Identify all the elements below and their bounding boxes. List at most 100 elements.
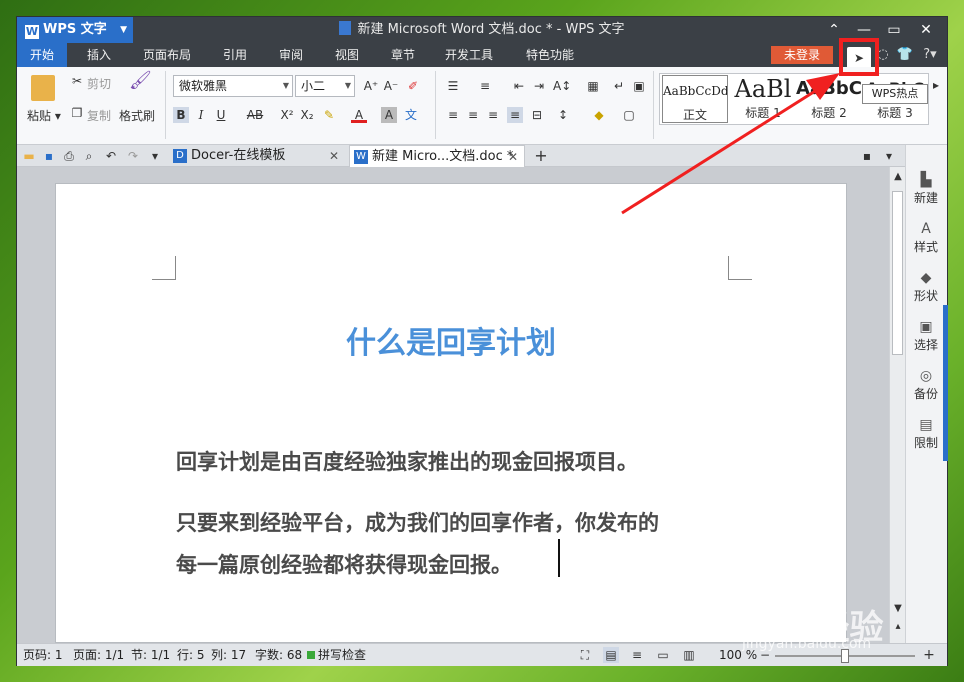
gallery-scroll-icon[interactable]: ▸	[929, 77, 943, 93]
login-button[interactable]: 未登录	[771, 46, 833, 64]
side-style[interactable]: A 样式	[906, 220, 946, 255]
menu-special[interactable]: 特色功能	[517, 43, 583, 67]
menu-home[interactable]: 开始	[17, 43, 67, 67]
bold-icon[interactable]: B	[173, 107, 189, 123]
numbered-list-icon[interactable]: ≡	[477, 78, 493, 94]
show-marks-icon[interactable]: ↵	[611, 78, 627, 94]
copy-button[interactable]: 复制	[87, 107, 111, 124]
save-icon[interactable]: ▪	[41, 148, 57, 164]
superscript-icon[interactable]: X²	[279, 107, 295, 123]
side-shape[interactable]: ◆ 形状	[906, 269, 946, 304]
strikethrough-icon[interactable]: AB	[243, 107, 267, 123]
zoom-in-icon[interactable]: +	[921, 647, 937, 663]
close-icon[interactable]: ✕	[508, 146, 518, 168]
subscript-icon[interactable]: X₂	[299, 107, 315, 123]
style-heading-1[interactable]: AaBl 标题 1	[730, 74, 796, 124]
tab-docer[interactable]: D Docer-在线模板 ✕	[169, 145, 345, 167]
align-right-icon[interactable]: ≡	[485, 107, 501, 123]
paste-button[interactable]: 粘贴 ▾	[27, 107, 61, 124]
fullscreen-icon[interactable]: ⛶	[577, 647, 593, 663]
close-button[interactable]: ✕	[911, 17, 941, 43]
side-backup[interactable]: ◎ 备份	[906, 367, 946, 402]
increase-indent-icon[interactable]: ⇥	[531, 78, 547, 94]
hot-tooltip: WPS热点	[862, 84, 928, 104]
style-normal[interactable]: AaBbCcDd 正文	[662, 75, 728, 123]
italic-icon[interactable]: I	[193, 107, 209, 123]
justify-icon[interactable]: ≡	[507, 107, 523, 123]
line-spacing-icon[interactable]: ↕	[555, 107, 571, 123]
vertical-scrollbar[interactable]: ▲ ▼ ▴	[889, 167, 905, 643]
align-center-icon[interactable]: ≡	[465, 107, 481, 123]
paragraph-1: 回享计划是由百度经验独家推出的现金回报项目。	[176, 450, 638, 474]
status-col: 列: 17	[211, 648, 247, 662]
status-spellcheck[interactable]: 拼写检查	[307, 644, 366, 666]
align-left-icon[interactable]: ≡	[445, 107, 461, 123]
clear-format-icon[interactable]: ✐	[405, 78, 421, 94]
help-icon[interactable]: ?▾	[917, 43, 943, 67]
phonetic-icon[interactable]: 文	[403, 107, 419, 123]
paste-icon[interactable]	[31, 75, 55, 101]
outline-view-icon[interactable]: ≡	[629, 647, 645, 663]
skin-shirt-icon[interactable]: 👕	[895, 43, 915, 67]
new-doc-icon: ▙	[920, 172, 932, 188]
menu-chapter[interactable]: 章节	[379, 43, 427, 67]
scroll-down-icon[interactable]: ▼	[890, 601, 906, 617]
borders-icon[interactable]: ▢	[621, 107, 637, 123]
highlight-icon[interactable]: ✎	[321, 107, 337, 123]
side-new[interactable]: ▙ 新建	[906, 171, 946, 206]
side-select[interactable]: ▣ 选择	[906, 318, 946, 353]
status-section: 节: 1/1	[131, 648, 171, 662]
font-name-select[interactable]: 微软雅黑 ▼	[173, 75, 293, 97]
distribute-icon[interactable]: ⊟	[529, 107, 545, 123]
decrease-indent-icon[interactable]: ⇤	[511, 78, 527, 94]
menu-references[interactable]: 引用	[211, 43, 259, 67]
document-tab-bar: ▬ ▪ ⎙ ⌕ ↶ ↷ ▾ D Docer-在线模板 ✕ W 新建 Micro..…	[17, 145, 947, 167]
web-view-icon[interactable]: ▭	[655, 647, 671, 663]
menu-insert[interactable]: 插入	[75, 43, 123, 67]
text-direction-icon[interactable]: A↕	[553, 78, 571, 94]
app-menu-button[interactable]: W WPS 文字 ▼	[17, 17, 133, 43]
shading-icon[interactable]: ◆	[591, 107, 607, 123]
bullet-list-icon[interactable]: ☰	[445, 78, 461, 94]
zoom-out-icon[interactable]: −	[757, 647, 773, 663]
menu-review[interactable]: 审阅	[267, 43, 315, 67]
document-page[interactable]: 什么是回享计划 回享计划是由百度经验独家推出的现金回报项目。 只要来到经验平台，…	[55, 183, 847, 643]
tab-current-document[interactable]: W 新建 Micro...文档.doc * ✕	[349, 145, 525, 167]
wps-logo-icon: W	[25, 25, 39, 39]
page-view-icon[interactable]: ▤	[603, 647, 619, 663]
table-icon[interactable]: ▦	[585, 78, 601, 94]
menu-view[interactable]: 视图	[323, 43, 371, 67]
side-restrict[interactable]: ▤ 限制	[906, 416, 946, 451]
text-box-icon[interactable]: ▣	[631, 78, 647, 94]
read-view-icon[interactable]: ▥	[681, 647, 697, 663]
style-heading-2[interactable]: AaBbC 标题 2	[796, 74, 862, 124]
status-word-count[interactable]: 字数: 68	[255, 644, 302, 666]
font-size-select[interactable]: 小二 ▼	[295, 75, 355, 97]
shrink-font-icon[interactable]: A⁻	[383, 78, 399, 94]
format-painter-button[interactable]: 格式刷	[119, 107, 155, 124]
cut-button[interactable]: 剪切	[87, 75, 111, 92]
print-icon[interactable]: ⎙	[61, 148, 77, 164]
underline-icon[interactable]: U	[213, 107, 229, 123]
zoom-level[interactable]: 100 %	[719, 644, 757, 666]
open-folder-icon[interactable]: ▬	[21, 148, 37, 164]
maximize-button[interactable]: ▭	[879, 17, 909, 43]
menu-page-layout[interactable]: 页面布局	[135, 43, 199, 67]
tab-menu-icon[interactable]: ▾	[881, 148, 897, 164]
zoom-slider-handle[interactable]	[841, 649, 849, 663]
print-preview-icon[interactable]: ⌕	[81, 148, 97, 164]
prev-page-icon[interactable]: ▴	[890, 619, 906, 635]
char-shading-icon[interactable]: A	[381, 107, 397, 123]
grow-font-icon[interactable]: A⁺	[363, 78, 379, 94]
tab-list-icon[interactable]: ▪	[859, 148, 875, 164]
undo-icon[interactable]: ↶	[103, 148, 119, 164]
close-icon[interactable]: ✕	[329, 145, 339, 167]
redo-icon[interactable]: ↷	[125, 148, 141, 164]
menu-developer[interactable]: 开发工具	[437, 43, 501, 67]
ribbon: 粘贴 ▾ ✂ 剪切 ❐ 复制 🖌 格式刷 微软雅黑 ▼ 小二 ▼ A⁺ A⁻ ✐ B…	[17, 67, 947, 145]
scrollbar-thumb[interactable]	[892, 191, 903, 355]
font-color-icon[interactable]: A	[351, 107, 367, 123]
quick-access-dropdown-icon[interactable]: ▾	[147, 148, 163, 164]
new-tab-icon[interactable]: +	[533, 148, 549, 164]
scroll-up-icon[interactable]: ▲	[890, 169, 906, 185]
